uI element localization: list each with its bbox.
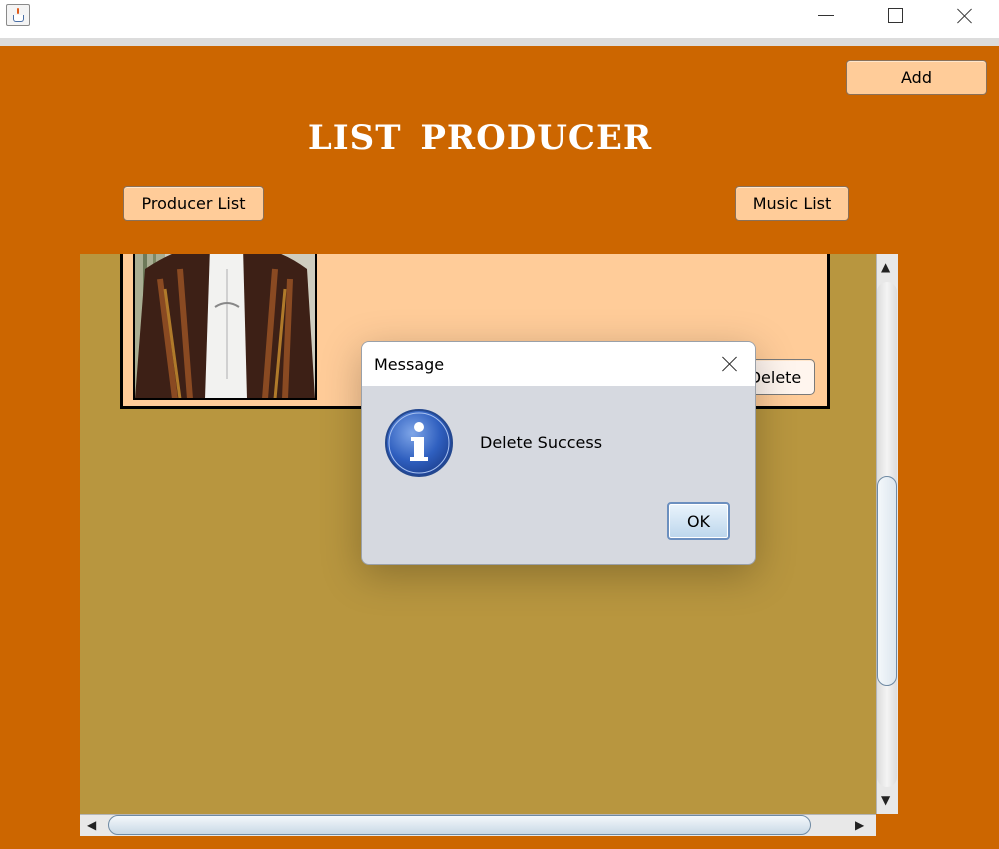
- ok-button[interactable]: OK: [667, 502, 730, 540]
- producer-photo-image: [135, 254, 315, 398]
- dialog-titlebar: Message: [362, 342, 755, 386]
- dialog-close-icon[interactable]: [714, 351, 744, 377]
- horizontal-scroll-thumb[interactable]: [108, 815, 811, 835]
- horizontal-scrollbar[interactable]: ◀ ▶: [80, 814, 876, 836]
- page-title: LIST PRODUCER: [307, 118, 653, 158]
- java-app-icon: [6, 4, 30, 26]
- dialog-title: Message: [374, 355, 445, 374]
- producer-list-button[interactable]: Producer List: [123, 186, 264, 221]
- vertical-scrollbar[interactable]: ▲ ▼: [876, 254, 898, 814]
- vertical-scroll-thumb[interactable]: [877, 476, 897, 686]
- dialog-message: Delete Success: [480, 433, 603, 452]
- maximize-button[interactable]: [860, 0, 930, 32]
- scrollbar-corner: [876, 814, 898, 836]
- message-dialog: Message Delete Success OK: [361, 341, 756, 565]
- info-icon: [385, 409, 453, 477]
- minimize-button[interactable]: [790, 0, 860, 32]
- music-list-button[interactable]: Music List: [735, 186, 849, 221]
- titlebar-divider: [0, 38, 999, 46]
- scroll-down-icon[interactable]: ▼: [881, 794, 890, 806]
- producer-photo: [133, 254, 317, 400]
- scroll-left-icon[interactable]: ◀: [87, 819, 96, 831]
- close-window-button[interactable]: [930, 0, 999, 32]
- add-button[interactable]: Add: [846, 60, 987, 95]
- window-titlebar: [0, 0, 999, 38]
- scroll-up-icon[interactable]: ▲: [881, 261, 890, 273]
- scroll-right-icon[interactable]: ▶: [855, 819, 864, 831]
